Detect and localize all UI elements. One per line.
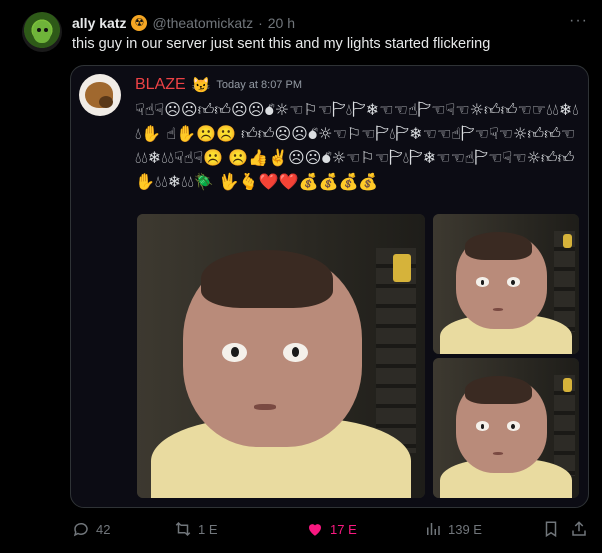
reply-icon (72, 520, 90, 538)
photo-main (137, 214, 425, 498)
tweet-text: this guy in our server just sent this an… (72, 36, 491, 52)
display-name[interactable]: ally katz (72, 15, 126, 31)
embedded-screenshot[interactable]: BLAZE 😼 Today at 8:07 PM ☟︎☝︎☟︎☹︎☹︎👍︎👍︎☹… (70, 65, 589, 508)
reply-count: 42 (96, 521, 111, 537)
views-button[interactable]: 139 E (424, 520, 482, 538)
user-avatar[interactable] (22, 12, 62, 52)
tweet-time[interactable]: 20 h (268, 15, 295, 31)
like-count: 17 E (330, 521, 357, 537)
views-icon (424, 520, 442, 538)
message-text: ☟︎☝︎☟︎☹︎☹︎👍︎👍︎☹︎☹︎💣︎☼︎☜︎⚐︎☜︎🏱︎💧︎🏱︎❄︎☜︎☜︎… (135, 100, 579, 191)
photo-top-right (433, 214, 579, 354)
retweet-icon (174, 520, 192, 538)
message-author-avatar (79, 74, 121, 116)
more-options-icon[interactable]: ··· (569, 12, 588, 30)
author-emoji: 😼 (191, 77, 211, 94)
retweet-button[interactable]: 1 E (174, 520, 218, 538)
views-count: 139 E (448, 521, 482, 537)
share-icon (570, 520, 588, 538)
bookmark-icon (542, 520, 560, 538)
tweet[interactable]: ally katz ☢ @theatomickatz · 20 h ··· th… (0, 0, 602, 553)
radioactive-icon: ☢ (131, 15, 148, 31)
tweet-header: ally katz ☢ @theatomickatz · 20 h (72, 13, 295, 33)
share-button[interactable] (570, 520, 588, 538)
separator: · (258, 15, 263, 31)
like-button[interactable]: 17 E (306, 520, 357, 538)
tweet-actions: 42 1 E 17 E 139 E (72, 520, 587, 542)
retweet-count: 1 E (198, 521, 218, 537)
heart-icon (306, 520, 324, 538)
user-handle[interactable]: @theatomickatz (152, 15, 253, 31)
message-header: BLAZE 😼 Today at 8:07 PM (135, 76, 302, 94)
reply-button[interactable]: 42 (72, 520, 110, 538)
photo-bottom-right (433, 358, 579, 498)
message-timestamp: Today at 8:07 PM (216, 79, 302, 91)
message-author: BLAZE (135, 76, 186, 93)
bookmark-button[interactable] (542, 520, 560, 538)
